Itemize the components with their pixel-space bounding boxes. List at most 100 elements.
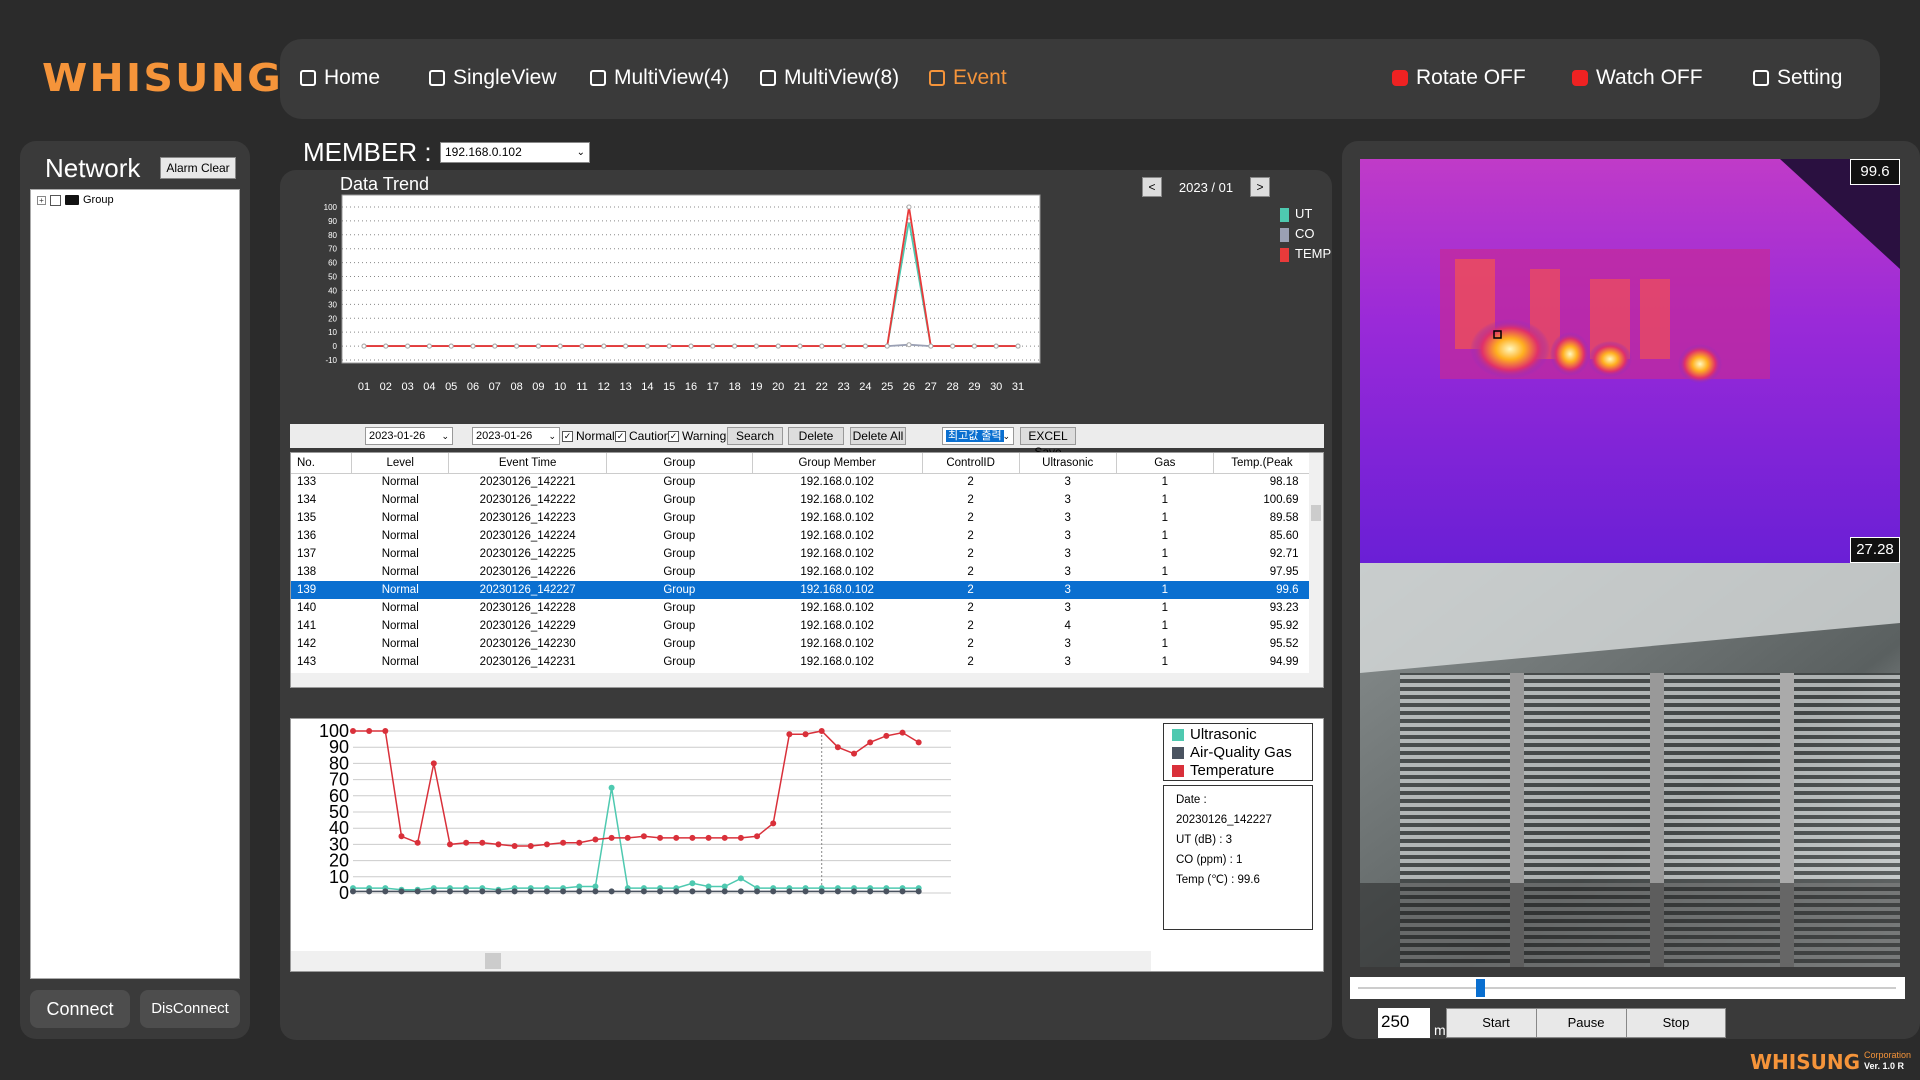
detail-legend-item: Ultrasonic [1172, 726, 1304, 744]
caution-checkbox[interactable]: ✓ Caution [615, 429, 670, 443]
detail-point [786, 888, 793, 895]
detail-y-tick: 0 [339, 883, 349, 903]
scroll-thumb[interactable] [1311, 505, 1321, 521]
table-cell: 20230126_142229 [479, 620, 576, 632]
stop-button[interactable]: Stop [1626, 1008, 1726, 1038]
nav-event-button[interactable]: Event [929, 66, 1007, 90]
chevron-down-icon: ⌄ [441, 431, 449, 441]
alarm-clear-button[interactable]: Alarm Clear [160, 157, 236, 179]
thermal-view [1360, 159, 1900, 563]
setting-button[interactable]: Setting [1753, 66, 1842, 90]
table-cell: 3 [1064, 602, 1071, 614]
detail-point [398, 833, 405, 840]
date-to-select[interactable]: 2023-01-26 ⌄ [472, 427, 560, 445]
trend-point [906, 342, 912, 348]
detail-point [640, 888, 647, 895]
disconnect-button[interactable]: DisConnect [140, 990, 240, 1028]
playback-slider[interactable] [1350, 977, 1905, 999]
trend-point [579, 343, 585, 349]
table-row[interactable]: 141 Normal 20230126_142229 Group 192.168.0.1… [291, 617, 1311, 635]
table-row[interactable]: 137 Normal 20230126_142225 Group 192.168.0.1… [291, 545, 1311, 563]
nav-multiview4-label: MultiView(4) [614, 66, 730, 89]
detail-series-0 [353, 787, 919, 891]
excel-save-button[interactable]: EXCEL Save [1020, 427, 1076, 459]
date-from-select[interactable]: 2023-01-26 ⌄ [365, 427, 453, 445]
trend-y-tick: 40 [328, 286, 337, 295]
table-row[interactable]: 136 Normal 20230126_142224 Group 192.168.0.1… [291, 527, 1311, 545]
detail-point [851, 750, 858, 757]
table-row[interactable]: 140 Normal 20230126_142228 Group 192.168.0.1… [291, 599, 1311, 617]
trend-point [688, 343, 694, 349]
table-row[interactable]: 135 Normal 20230126_142223 Group 192.168.0.1… [291, 509, 1311, 527]
table-cell: 98.18 [1269, 476, 1299, 489]
detail-point [576, 888, 583, 895]
detail-point [560, 888, 567, 895]
table-row[interactable]: 139 Normal 20230126_142227 Group 192.168.0.1… [291, 581, 1311, 599]
trend-y-tick: 80 [328, 231, 337, 240]
column-header[interactable]: Gas [1116, 453, 1214, 474]
legend-label: Temperature [1190, 762, 1275, 779]
trend-y-tick: 20 [328, 314, 337, 323]
normal-checkbox[interactable]: ✓ Normal [562, 429, 615, 443]
detail-point [430, 760, 437, 767]
detail-point [560, 839, 567, 846]
detail-point [543, 841, 550, 848]
group-checkbox[interactable] [50, 194, 61, 206]
nav-singleview-button[interactable]: SingleView [429, 66, 557, 90]
table-row[interactable]: 138 Normal 20230126_142226 Group 192.168.0.1… [291, 563, 1311, 581]
watch-toggle[interactable]: Watch OFF [1572, 66, 1703, 90]
member-select[interactable]: 192.168.0.102 ⌄ [440, 142, 590, 163]
table-cell: Group [663, 476, 696, 489]
column-header[interactable]: No. [291, 453, 353, 474]
table-cell: 3 [1064, 638, 1071, 650]
column-header[interactable]: Group [606, 453, 753, 474]
table-cell: 192.168.0.102 [752, 581, 923, 599]
table-cell: 20230126_142224 [479, 530, 576, 542]
column-header[interactable]: Group Member [752, 453, 923, 474]
table-cell: 1 [1161, 494, 1169, 506]
chevron-down-icon: ⌄ [576, 147, 585, 158]
trend-y-tick: 60 [328, 259, 337, 268]
search-button[interactable]: Search [727, 427, 783, 445]
start-button[interactable]: Start [1446, 1008, 1546, 1038]
table-cell: 141 [297, 620, 317, 632]
table-row[interactable]: 143 Normal 20230126_142231 Group 192.168.0.1… [291, 653, 1311, 671]
table-cell: 3 [1064, 476, 1071, 489]
horizontal-scrollbar[interactable] [291, 673, 1323, 687]
delete-all-button[interactable]: Delete All [850, 427, 906, 445]
expand-icon[interactable]: + [37, 195, 46, 205]
table-row[interactable]: 133 Normal 20230126_142221 Group 192.168.0.1… [291, 473, 1311, 491]
interval-input[interactable]: 250 [1378, 1008, 1430, 1038]
table-row[interactable]: 142 Normal 20230126_142230 Group 192.168.0.1… [291, 635, 1311, 653]
nav-multiview8-button[interactable]: MultiView(8) [760, 66, 899, 90]
column-header[interactable]: Ultrasonic [1019, 453, 1117, 474]
connect-button[interactable]: Connect [30, 990, 130, 1028]
column-header[interactable]: Level [351, 453, 450, 474]
nav-home-button[interactable]: Home [300, 66, 380, 90]
detail-point [689, 888, 696, 895]
detail-point [543, 888, 550, 895]
pause-button[interactable]: Pause [1536, 1008, 1636, 1038]
check-icon: ✓ [562, 430, 573, 442]
rotate-toggle[interactable]: Rotate OFF [1392, 66, 1526, 90]
vertical-scrollbar[interactable] [1309, 453, 1323, 675]
table-cell: Normal [381, 512, 419, 524]
table-cell: Group [606, 581, 753, 599]
slider-knob[interactable] [1476, 979, 1486, 997]
rotate-label: Rotate OFF [1416, 66, 1526, 89]
table-cell: Normal [381, 530, 419, 542]
trend-x-tick: 19 [750, 381, 762, 393]
delete-button[interactable]: Delete [788, 427, 844, 445]
column-header[interactable]: ControlID [922, 453, 1020, 474]
warning-checkbox[interactable]: ✓ Warning [668, 429, 726, 443]
column-header[interactable]: Temp.(Peak [1213, 453, 1312, 474]
single-view-icon [429, 70, 445, 86]
table-cell: 1 [1161, 566, 1169, 578]
trend-point [819, 343, 825, 349]
sort-select[interactable]: 최고값 출력 ⌄ [942, 427, 1014, 445]
table-cell: 3 [1064, 512, 1071, 524]
tree-node-group[interactable]: + Group [37, 194, 114, 206]
nav-multiview4-button[interactable]: MultiView(4) [590, 66, 729, 90]
column-header[interactable]: Event Time [448, 453, 608, 474]
table-row[interactable]: 134 Normal 20230126_142222 Group 192.168.0.1… [291, 491, 1311, 509]
